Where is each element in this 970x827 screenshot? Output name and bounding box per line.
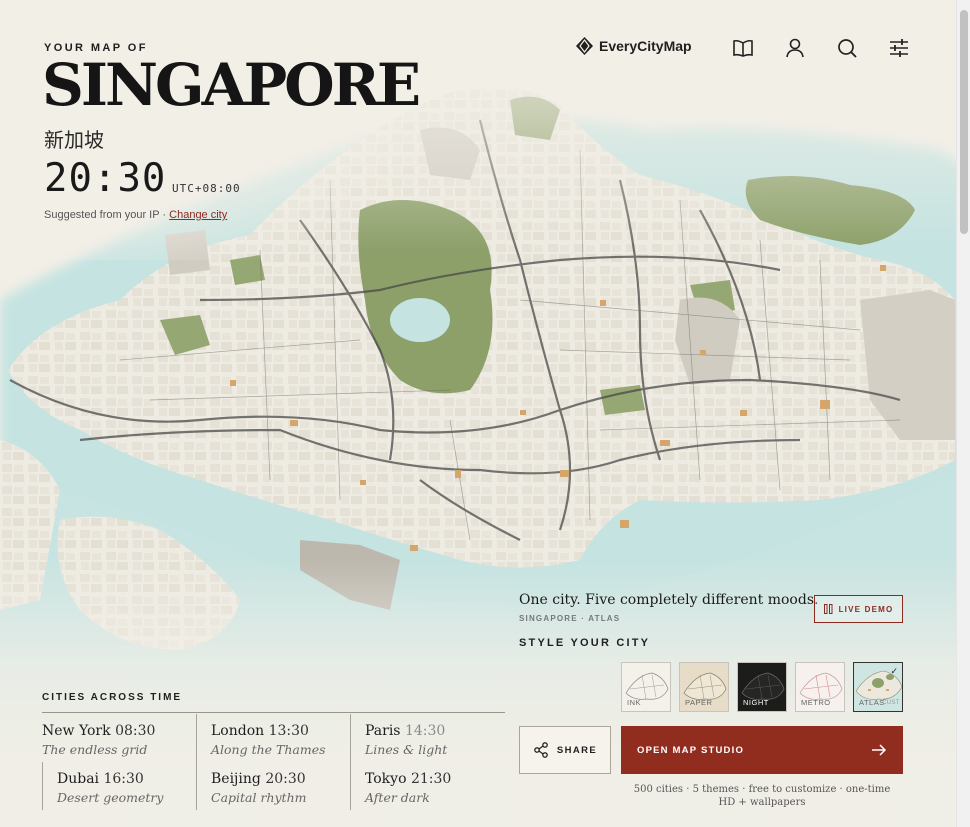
cities-title: CITIES ACROSS TIME (42, 692, 183, 703)
city-tagline: The endless grid (42, 742, 148, 757)
style-swatch-paper[interactable]: PAPER (679, 662, 729, 712)
checkmark-icon: ✓ (890, 666, 898, 676)
city-title: SINGAPORE (42, 51, 421, 119)
city-name: New York (42, 723, 111, 739)
user-icon[interactable] (784, 37, 806, 59)
column-divider (42, 762, 43, 810)
style-swatch-ink[interactable]: INK (621, 662, 671, 712)
share-label: SHARE (556, 744, 598, 756)
timezone-label: UTC+08:00 (172, 182, 241, 195)
city-name: London (211, 723, 265, 739)
cities-divider (42, 712, 505, 713)
pause-icon (823, 604, 833, 614)
city-native-name: 新加坡 (44, 128, 104, 152)
style-swatch-night[interactable]: NIGHT (737, 662, 787, 712)
share-button[interactable]: SHARE (519, 726, 611, 774)
diamond-logo-icon (576, 37, 593, 55)
swatch-extra-label: CUST (882, 700, 900, 706)
city-name: Tokyo (365, 771, 407, 787)
ip-suggestion: Suggested from your IP · Change city (44, 209, 227, 221)
open-map-studio-button[interactable]: OPEN MAP STUDIO (621, 726, 903, 774)
city-time: 16:30 (103, 771, 144, 787)
scrollbar-thumb[interactable] (960, 10, 968, 234)
city-time: 20:30 (265, 771, 306, 787)
city-item-tokyo[interactable]: Tokyo 21:30 After dark (365, 771, 515, 805)
city-item-dubai[interactable]: Dubai 16:30 Desert geometry (57, 771, 207, 805)
swatch-label: INK (627, 698, 642, 707)
city-name: Paris (365, 723, 401, 739)
brand-logo[interactable]: EveryCityMap (576, 37, 692, 55)
studio-label: OPEN MAP STUDIO (637, 744, 745, 756)
swatch-label: NIGHT (743, 698, 769, 707)
sliders-icon[interactable] (888, 37, 910, 59)
city-item-new-york[interactable]: New York 08:30 The endless grid (42, 723, 192, 757)
local-time: 20:30 (44, 156, 167, 201)
page-scrollbar[interactable] (956, 0, 970, 827)
city-tagline: Along the Thames (211, 742, 326, 757)
city-tagline: After dark (365, 790, 430, 805)
live-demo-button[interactable]: LIVE DEMO (814, 595, 903, 623)
change-city-link[interactable]: Change city (169, 209, 227, 221)
city-name: Beijing (211, 771, 261, 787)
style-swatch-atlas[interactable]: ✓ ATLAS CUST (853, 662, 903, 712)
swatch-label: METRO (801, 698, 831, 707)
city-item-london[interactable]: London 13:30 Along the Thames (211, 723, 361, 757)
city-item-paris[interactable]: Paris 14:30 Lines & light (365, 723, 515, 757)
style-heading: STYLE YOUR CITY (519, 637, 651, 649)
swatch-label: ATLAS (859, 698, 885, 707)
live-demo-label: LIVE DEMO (838, 604, 894, 614)
search-icon[interactable] (836, 37, 858, 59)
swatch-label: PAPER (685, 698, 713, 707)
book-icon[interactable] (732, 37, 754, 59)
city-name: Dubai (57, 771, 100, 787)
city-tagline: Capital rhythm (211, 790, 307, 805)
city-time: 14:30 (404, 723, 446, 739)
city-time: 08:30 (115, 723, 156, 739)
arrow-right-icon (872, 744, 887, 756)
current-style-label: SINGAPORE · ATLAS (519, 614, 621, 623)
pricing-footnote: 500 cities · 5 themes · free to customiz… (633, 784, 891, 808)
city-tagline: Desert geometry (57, 790, 164, 805)
city-item-beijing[interactable]: Beijing 20:30 Capital rhythm (211, 771, 361, 805)
brand-name: EveryCityMap (599, 38, 692, 54)
moods-headline: One city. Five completely different mood… (519, 592, 819, 608)
city-time: 21:30 (410, 771, 452, 787)
city-time: 13:30 (268, 723, 309, 739)
city-tagline: Lines & light (365, 742, 448, 757)
share-icon (534, 742, 548, 758)
ip-note: Suggested from your IP · (44, 209, 170, 221)
style-swatch-metro[interactable]: METRO (795, 662, 845, 712)
